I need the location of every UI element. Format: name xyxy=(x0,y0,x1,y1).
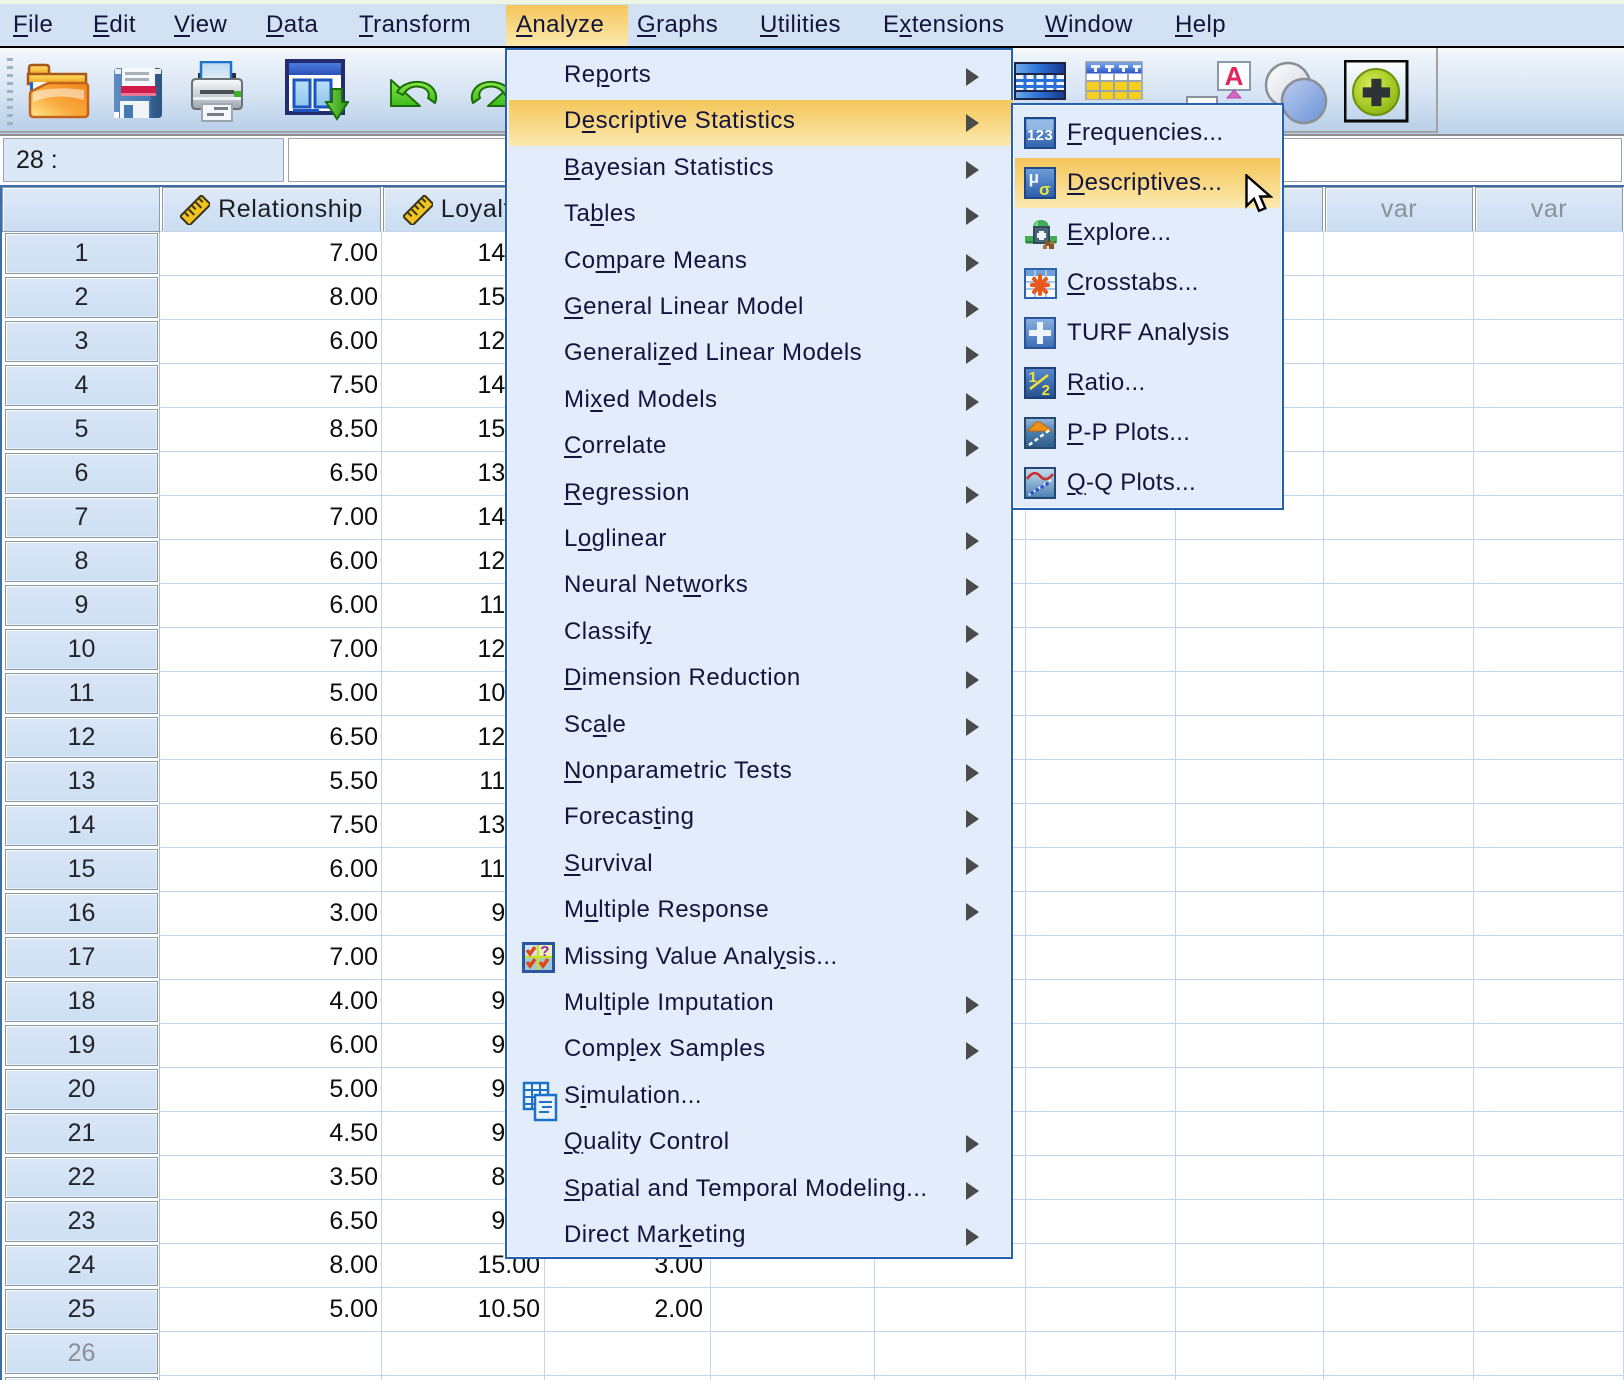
svg-text:μ: μ xyxy=(1029,168,1040,187)
svg-text:?: ? xyxy=(540,943,550,960)
svg-text:A: A xyxy=(1225,61,1244,91)
svg-text:2: 2 xyxy=(1042,382,1051,399)
svg-text:123: 123 xyxy=(1027,127,1053,144)
svg-text:σ: σ xyxy=(1039,180,1051,199)
